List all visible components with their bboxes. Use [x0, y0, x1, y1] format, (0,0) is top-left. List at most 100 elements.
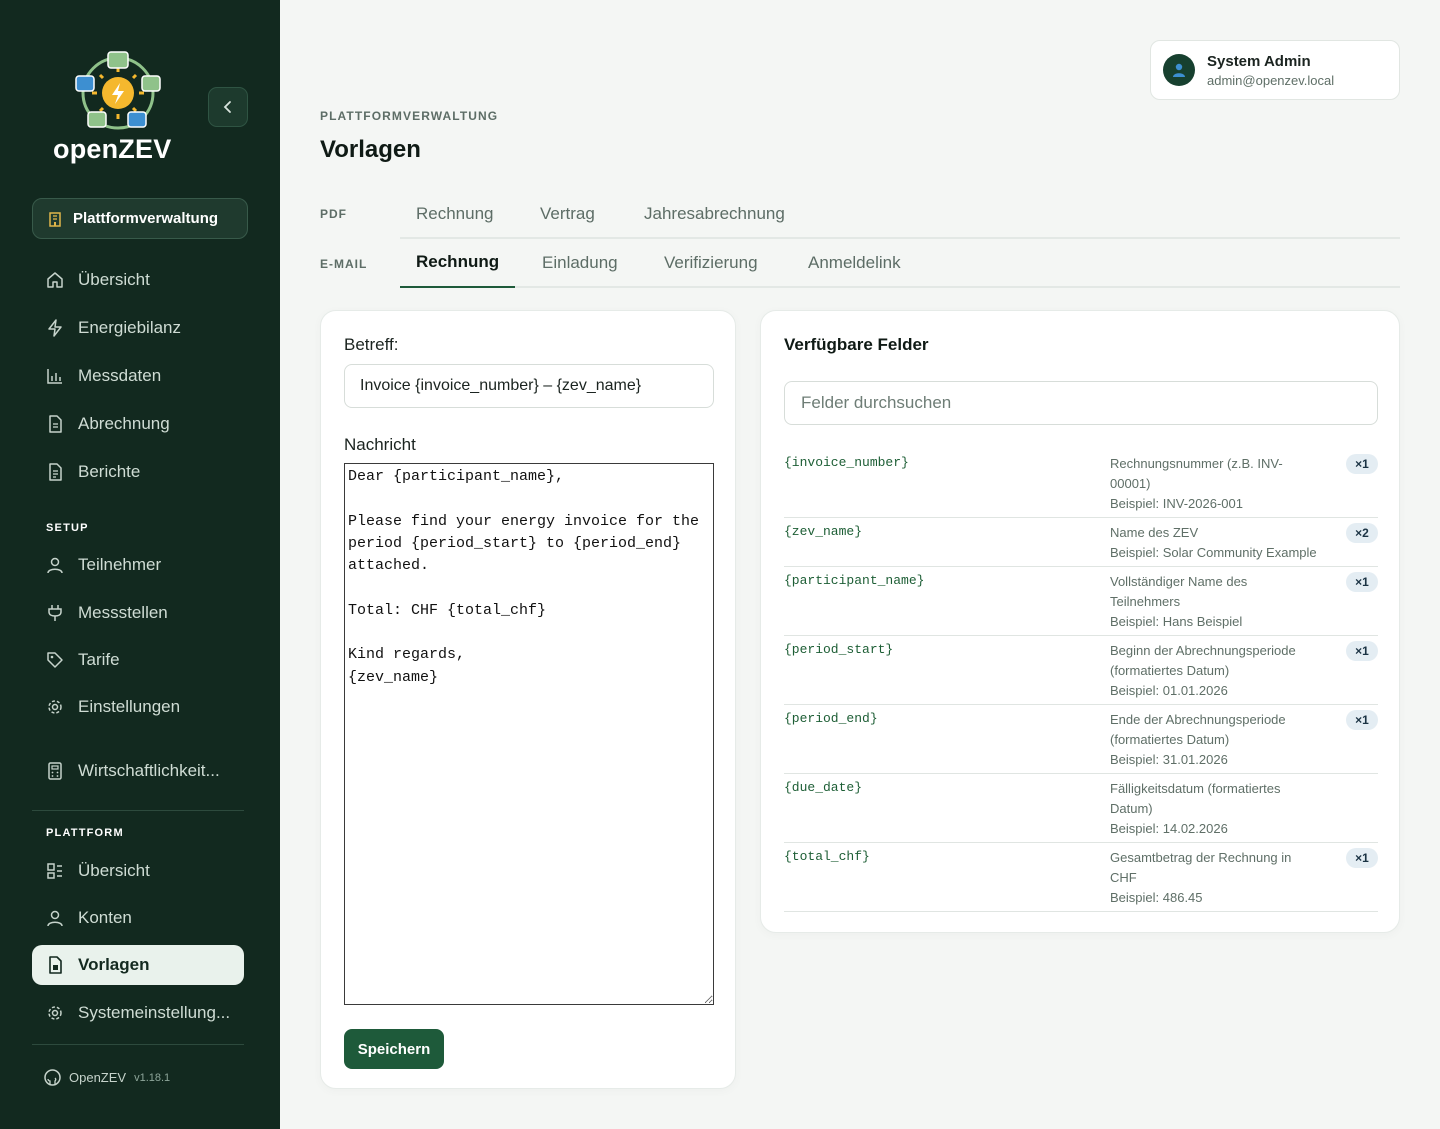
sidebar-item-label: Konten: [78, 908, 132, 927]
sidebar-item-label: Einstellungen: [78, 697, 181, 716]
field-code: {period_start}: [784, 642, 894, 657]
sidebar-item-abrechnung[interactable]: Abrechnung: [32, 404, 244, 444]
footer-version: v1.18.1: [134, 1071, 171, 1084]
sidebar-item-systemeinstellungen[interactable]: Systemeinstellung...: [32, 993, 244, 1033]
field-description: Fälligkeitsdatum (formatiertes Datum) Bei…: [1110, 781, 1281, 836]
usage-count-badge: ×1: [1346, 454, 1378, 474]
field-code: {zev_name}: [784, 524, 863, 539]
sidebar-item-label: Messdaten: [78, 366, 162, 385]
avatar: [1163, 54, 1195, 86]
sidebar-item-label: Messstellen: [78, 603, 168, 622]
sidebar-item-konten[interactable]: Konten: [32, 898, 244, 938]
tag-icon: [47, 652, 63, 668]
platform-pill-label: Plattformverwaltung: [73, 210, 219, 227]
tab-email-anmeldelink[interactable]: Anmeldelink: [792, 237, 917, 288]
save-button[interactable]: Speichern: [344, 1029, 444, 1069]
sidebar-item-energiebilanz[interactable]: Energiebilanz: [32, 308, 244, 348]
dashboard-icon: [47, 863, 62, 879]
sidebar-item-wirtschaftlichkeit[interactable]: Wirtschaftlichkeit...: [32, 751, 244, 791]
usage-count-badge: ×1: [1346, 848, 1378, 868]
sidebar-item-label: Berichte: [78, 462, 141, 481]
tab-pdf-jahresabrechnung[interactable]: Jahresabrechnung: [628, 188, 801, 239]
sidebar-divider: [32, 1044, 244, 1045]
sidebar-item-platform-uebersicht[interactable]: Übersicht: [32, 851, 244, 891]
user-menu[interactable]: System Admin admin@openzev.local: [1150, 40, 1400, 100]
field-code: {period_end}: [784, 711, 878, 726]
tab-email-rechnung[interactable]: Rechnung: [400, 237, 516, 288]
field-row[interactable]: {period_end} Ende der Abrechnungsperiode…: [784, 705, 1378, 774]
field-code: {invoice_number}: [784, 455, 909, 470]
home-icon: [47, 272, 63, 288]
pdf-tab-bar: Rechnung Vertrag Jahresabrechnung: [400, 188, 1400, 239]
sidebar-item-teilnehmer[interactable]: Teilnehmer: [32, 545, 244, 585]
sidebar-item-label: Übersicht: [78, 270, 150, 289]
email-tab-bar: Rechnung Einladung Verifizierung Anmelde…: [400, 237, 1400, 288]
message-label: Nachricht: [344, 435, 416, 454]
field-description: Gesamtbetrag der Rechnung in CHF Beispiel…: [1110, 850, 1292, 905]
tab-email-einladung[interactable]: Einladung: [526, 237, 634, 288]
plug-icon: [48, 605, 62, 621]
setup-section-label: SETUP: [46, 522, 89, 534]
user-email: admin@openzev.local: [1207, 72, 1335, 88]
github-icon: [44, 1069, 61, 1086]
chevron-left-icon: [223, 101, 231, 113]
sidebar-footer[interactable]: OpenZEV v1.18.1: [44, 1069, 170, 1086]
sidebar-item-messstellen[interactable]: Messstellen: [32, 593, 244, 633]
field-row[interactable]: {total_chf} Gesamtbetrag der Rechnung in…: [784, 843, 1378, 912]
logo-text: openZEV: [53, 134, 172, 164]
platform-section-label: PLATTFORM: [46, 827, 124, 839]
sidebar-item-berichte[interactable]: Berichte: [32, 452, 244, 492]
field-description: Name des ZEV Beispiel: Solar Community Ex…: [1110, 525, 1317, 560]
usage-count-badge: ×1: [1346, 641, 1378, 661]
breadcrumb: PLATTFORMVERWALTUNG: [320, 109, 499, 123]
sidebar-divider: [32, 810, 244, 811]
sidebar-item-messdaten[interactable]: Messdaten: [32, 356, 244, 396]
sidebar-item-uebersicht[interactable]: Übersicht: [32, 260, 244, 300]
subject-label: Betreff:: [344, 335, 399, 354]
field-code: {total_chf}: [784, 849, 870, 864]
field-row[interactable]: {participant_name} Vollständiger Name de…: [784, 567, 1378, 636]
usage-count-badge: ×1: [1346, 572, 1378, 592]
field-row[interactable]: {invoice_number} Rechnungsnummer (z.B. I…: [784, 449, 1378, 518]
sidebar-item-tarife[interactable]: Tarife: [32, 640, 244, 680]
page-title: Vorlagen: [320, 136, 421, 163]
field-row[interactable]: {period_start} Beginn der Abrechnungsper…: [784, 636, 1378, 705]
bar-chart-icon: [47, 369, 62, 384]
field-code: {due_date}: [784, 780, 863, 795]
sidebar-item-label: Systemeinstellung...: [78, 1003, 231, 1022]
document-icon: [49, 415, 62, 433]
calculator-icon: [48, 762, 62, 780]
footer-app-name: OpenZEV: [69, 1070, 127, 1085]
sidebar-item-label: Vorlagen: [78, 955, 150, 974]
field-description: Rechnungsnummer (z.B. INV-00001) Beispiel…: [1110, 456, 1283, 511]
field-row[interactable]: {due_date} Fälligkeitsdatum (formatierte…: [784, 774, 1378, 843]
sidebar-item-einstellungen[interactable]: Einstellungen: [32, 687, 244, 727]
fields-search-input[interactable]: [784, 381, 1378, 425]
available-fields-card: Verfügbare Felder {invoice_number} Rechn…: [760, 310, 1400, 933]
usage-count-badge: ×2: [1346, 523, 1378, 543]
tab-pdf-rechnung[interactable]: Rechnung: [400, 188, 510, 239]
sidebar: openZEV Plattformverwaltung Übersicht En…: [0, 0, 280, 1129]
usage-count-badge: ×1: [1346, 710, 1378, 730]
building-icon: [49, 211, 61, 227]
sidebar-item-label: Abrechnung: [78, 414, 170, 433]
users-icon: [47, 910, 63, 927]
gear-icon: [48, 700, 62, 714]
tab-pdf-vertrag[interactable]: Vertrag: [524, 188, 611, 239]
template-icon: [49, 956, 62, 974]
pdf-tabs-label: PDF: [320, 207, 347, 221]
field-description: Beginn der Abrechnungsperiode (formatier…: [1110, 643, 1296, 698]
field-description: Ende der Abrechnungsperiode (formatierte…: [1110, 712, 1286, 767]
platform-admin-pill[interactable]: Plattformverwaltung: [32, 198, 248, 239]
subject-input[interactable]: [344, 364, 714, 408]
message-textarea[interactable]: Dear {participant_name}, Please find you…: [344, 463, 714, 1005]
sidebar-item-label: Wirtschaftlichkeit...: [78, 761, 220, 780]
fields-title: Verfügbare Felder: [784, 335, 929, 354]
lightning-icon: [48, 319, 62, 337]
collapse-sidebar-button[interactable]: [208, 87, 248, 127]
sidebar-item-label: Energiebilanz: [78, 318, 182, 337]
tab-email-verifizierung[interactable]: Verifizierung: [648, 237, 774, 288]
field-row[interactable]: {zev_name} Name des ZEV Beispiel: Solar C…: [784, 518, 1378, 567]
sidebar-item-vorlagen[interactable]: Vorlagen: [32, 945, 244, 985]
field-description: Vollständiger Name des Teilnehmers Beispi…: [1110, 574, 1248, 629]
